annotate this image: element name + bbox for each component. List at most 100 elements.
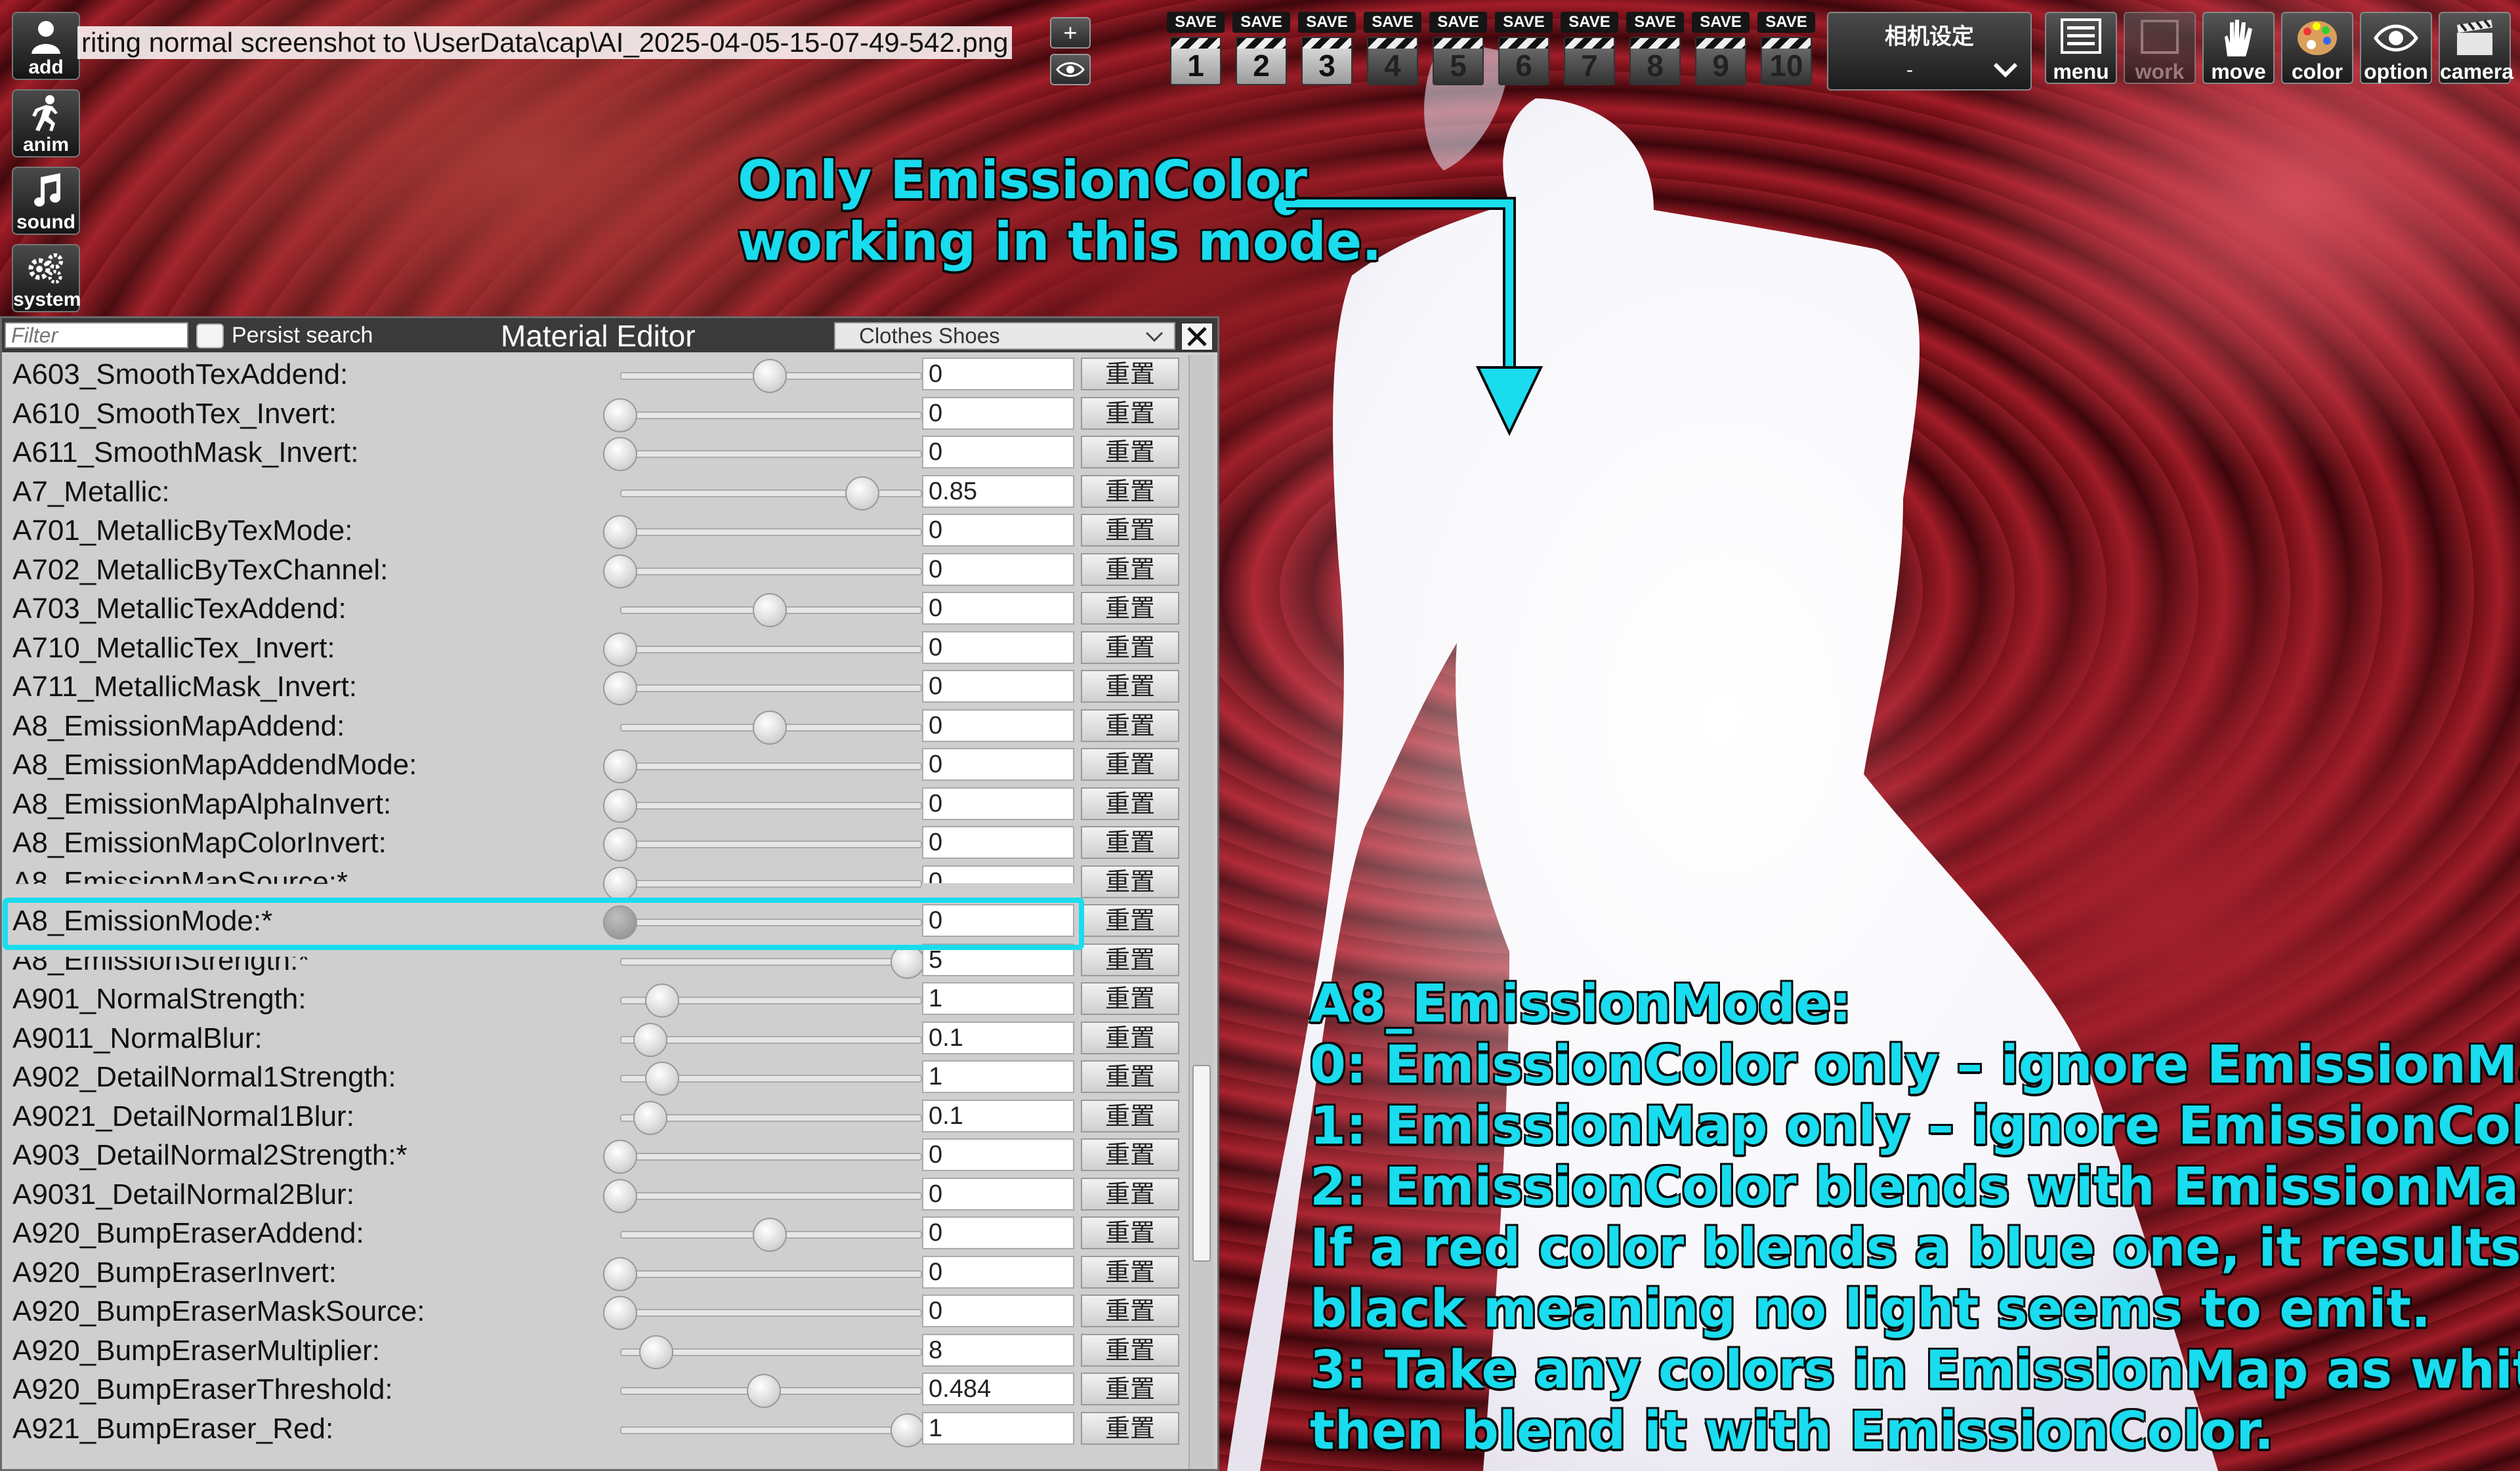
property-reset-button[interactable]: 重置 bbox=[1081, 748, 1179, 781]
property-slider-handle[interactable] bbox=[603, 1296, 637, 1330]
property-reset-button[interactable]: 重置 bbox=[1081, 1216, 1179, 1249]
property-slider-track[interactable] bbox=[620, 450, 922, 458]
property-value-input[interactable]: 1 bbox=[922, 1411, 1074, 1445]
system-button[interactable]: system bbox=[12, 244, 81, 312]
property-slider-handle[interactable] bbox=[603, 788, 637, 823]
save-slot-6[interactable]: SAVE 6 bbox=[1495, 12, 1553, 89]
property-slider-handle[interactable] bbox=[603, 398, 637, 432]
property-reset-button[interactable]: 重置 bbox=[1081, 436, 1179, 468]
property-slider-handle[interactable] bbox=[603, 749, 637, 783]
property-reset-button[interactable]: 重置 bbox=[1081, 709, 1179, 742]
property-value-input[interactable]: 0 bbox=[922, 1177, 1074, 1211]
save-slot-7[interactable]: SAVE 7 bbox=[1561, 12, 1618, 89]
work-button[interactable]: work bbox=[2124, 12, 2196, 84]
property-value-input[interactable]: 0 bbox=[922, 748, 1074, 781]
property-reset-button[interactable]: 重置 bbox=[1081, 592, 1179, 625]
property-reset-button[interactable]: 重置 bbox=[1081, 1060, 1179, 1093]
property-reset-button[interactable]: 重置 bbox=[1081, 631, 1179, 664]
property-value-input[interactable]: 0.484 bbox=[922, 1373, 1074, 1405]
property-slider-track[interactable] bbox=[620, 567, 922, 575]
property-slider-track[interactable] bbox=[620, 840, 922, 848]
property-value-input[interactable]: 0 bbox=[922, 436, 1074, 468]
property-value-input[interactable]: 0 bbox=[922, 709, 1074, 742]
material-editor-title-bar[interactable]: Persist search Material Editor Clothes S… bbox=[2, 318, 1217, 352]
property-value-input[interactable]: 0.85 bbox=[922, 474, 1074, 508]
property-value-input[interactable]: 0 bbox=[922, 1138, 1074, 1171]
property-reset-button[interactable]: 重置 bbox=[1081, 1333, 1179, 1367]
property-reset-button[interactable]: 重置 bbox=[1081, 865, 1179, 898]
filter-input[interactable] bbox=[5, 322, 188, 348]
property-slider-track[interactable] bbox=[620, 1426, 922, 1434]
property-slider-handle[interactable] bbox=[603, 515, 637, 549]
property-slider-track[interactable] bbox=[620, 879, 922, 888]
property-slider-handle[interactable] bbox=[753, 1218, 787, 1252]
property-reset-button[interactable]: 重置 bbox=[1081, 1373, 1179, 1405]
property-value-input[interactable]: 0 bbox=[922, 865, 1074, 883]
property-value-input[interactable]: 0 bbox=[922, 396, 1074, 430]
property-value-input[interactable]: 8 bbox=[922, 1333, 1074, 1367]
option-button[interactable]: option bbox=[2360, 12, 2432, 84]
property-slider-track[interactable] bbox=[620, 1309, 922, 1317]
property-reset-button[interactable]: 重置 bbox=[1081, 943, 1179, 976]
save-slot-10[interactable]: SAVE 10 bbox=[1757, 12, 1815, 89]
property-value-input[interactable]: 0 bbox=[922, 514, 1074, 547]
property-value-input[interactable]: 0.1 bbox=[922, 1099, 1074, 1132]
property-value-input[interactable]: 0 bbox=[922, 631, 1074, 664]
property-slider-handle[interactable] bbox=[753, 359, 787, 393]
property-reset-button[interactable]: 重置 bbox=[1081, 552, 1179, 586]
property-slider-track[interactable] bbox=[620, 411, 922, 419]
property-reset-button[interactable]: 重置 bbox=[1081, 1411, 1179, 1445]
property-slider-track[interactable] bbox=[620, 684, 922, 692]
property-slider-handle[interactable] bbox=[845, 476, 880, 510]
material-target-select[interactable]: Clothes Shoes bbox=[834, 322, 1175, 350]
camera-preset-dropdown[interactable]: 相机设定 - bbox=[1827, 12, 2032, 91]
property-reset-button[interactable]: 重置 bbox=[1081, 670, 1179, 703]
property-reset-button[interactable]: 重置 bbox=[1081, 1099, 1179, 1132]
property-value-input[interactable]: 1 bbox=[922, 1060, 1074, 1093]
property-reset-button[interactable]: 重置 bbox=[1081, 474, 1179, 508]
save-slot-4[interactable]: SAVE 4 bbox=[1364, 12, 1421, 89]
property-value-input[interactable]: 0 bbox=[922, 670, 1074, 703]
property-value-input[interactable]: 0 bbox=[922, 1216, 1074, 1249]
property-reset-button[interactable]: 重置 bbox=[1081, 396, 1179, 430]
property-value-input[interactable]: 1 bbox=[922, 982, 1074, 1015]
property-slider-handle[interactable] bbox=[603, 827, 637, 861]
save-slot-8[interactable]: SAVE 8 bbox=[1626, 12, 1684, 89]
property-value-input[interactable]: 0 bbox=[922, 1295, 1074, 1327]
close-button[interactable] bbox=[1181, 322, 1213, 351]
scrollbar-thumb[interactable] bbox=[1192, 1065, 1211, 1262]
property-slider-handle[interactable] bbox=[603, 1256, 637, 1291]
visibility-toggle-button[interactable] bbox=[1050, 54, 1091, 85]
color-button[interactable]: color bbox=[2281, 12, 2353, 84]
property-reset-button[interactable]: 重置 bbox=[1081, 1255, 1179, 1289]
property-reset-button[interactable]: 重置 bbox=[1081, 787, 1179, 820]
property-value-input[interactable]: 0 bbox=[922, 1255, 1074, 1289]
save-slot-9[interactable]: SAVE 9 bbox=[1692, 12, 1750, 89]
add-button[interactable]: add bbox=[12, 12, 80, 80]
property-slider-track[interactable] bbox=[620, 801, 922, 810]
save-slot-3[interactable]: SAVE 3 bbox=[1298, 12, 1356, 89]
property-slider-track[interactable] bbox=[620, 957, 922, 966]
property-slider-handle[interactable] bbox=[633, 1022, 667, 1057]
property-value-input[interactable]: 0 bbox=[922, 592, 1074, 625]
property-list-scrollbar[interactable] bbox=[1188, 355, 1213, 1469]
property-reset-button[interactable]: 重置 bbox=[1081, 514, 1179, 547]
property-slider-track[interactable] bbox=[620, 1153, 922, 1161]
property-slider-handle[interactable] bbox=[639, 1335, 673, 1369]
property-slider-track[interactable] bbox=[620, 1191, 922, 1200]
property-reset-button[interactable]: 重置 bbox=[1081, 1021, 1179, 1054]
property-reset-button[interactable]: 重置 bbox=[1081, 1295, 1179, 1327]
property-slider-track[interactable] bbox=[620, 1270, 922, 1278]
property-value-input[interactable]: 0 bbox=[922, 552, 1074, 586]
property-value-input[interactable]: 0 bbox=[922, 826, 1074, 859]
property-slider-handle[interactable] bbox=[644, 1062, 679, 1096]
anim-button[interactable]: anim bbox=[12, 89, 80, 157]
property-slider-handle[interactable] bbox=[603, 671, 637, 705]
property-slider-handle[interactable] bbox=[890, 1413, 925, 1447]
move-button[interactable]: move bbox=[2202, 12, 2275, 84]
property-value-input[interactable]: 0 bbox=[922, 358, 1074, 390]
menu-button[interactable]: menu bbox=[2045, 12, 2117, 84]
property-reset-button[interactable]: 重置 bbox=[1081, 826, 1179, 859]
add-small-button[interactable]: + bbox=[1050, 17, 1091, 49]
save-slot-1[interactable]: SAVE 1 bbox=[1167, 12, 1225, 89]
